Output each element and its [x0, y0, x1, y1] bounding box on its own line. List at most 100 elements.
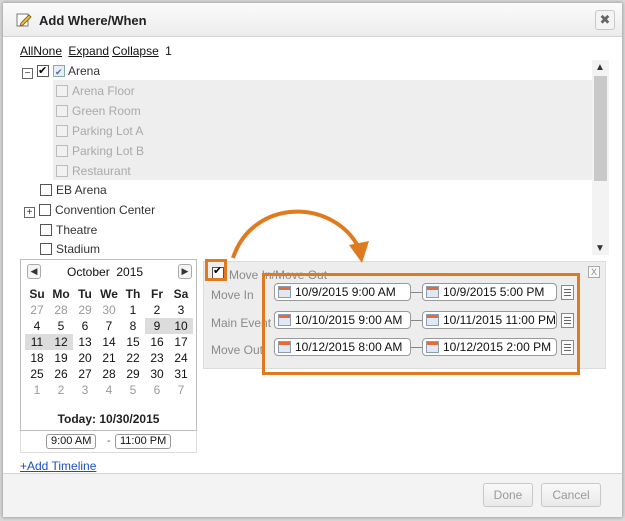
- calendar-day[interactable]: 6: [145, 382, 169, 398]
- calendar-day[interactable]: 27: [25, 302, 49, 318]
- calendar-day[interactable]: 30: [97, 302, 121, 318]
- calendar-day[interactable]: 18: [25, 350, 49, 366]
- calendar-grid: Su Mo Tu We Th Fr Sa 27 28 29 30 1 2 3 4 5 6 7 8 9 10 11 12 13 1…: [25, 286, 195, 398]
- previous-month-button[interactable]: ◀: [27, 264, 41, 279]
- start-time-field[interactable]: 9:00 AM: [46, 434, 97, 449]
- parking-lot-b-label: Parking Lot B: [72, 144, 145, 158]
- calendar-day[interactable]: 13: [73, 334, 97, 350]
- eb-arena-checkbox[interactable]: [40, 184, 52, 196]
- select-all-link[interactable]: All: [20, 44, 33, 58]
- tree-node-convention-center: + Convention Center: [24, 201, 155, 219]
- tree-node-restaurant: Restaurant: [56, 162, 131, 180]
- calendar-day[interactable]: 2: [145, 302, 169, 318]
- calendar-month[interactable]: October: [67, 265, 110, 279]
- theatre-label: Theatre: [56, 223, 98, 237]
- expand-node-toggle[interactable]: +: [24, 207, 35, 218]
- theatre-checkbox[interactable]: [40, 224, 52, 236]
- calendar-day[interactable]: 12: [49, 334, 73, 350]
- calendar-month-year: October 2015: [67, 265, 143, 279]
- calendar-day[interactable]: 4: [97, 382, 121, 398]
- calendar-day[interactable]: 11: [25, 334, 49, 350]
- weekday-header: Mo: [52, 287, 70, 301]
- default-time-range: 9:00 AM - 11:00 PM: [20, 431, 197, 453]
- include-children-icon[interactable]: [53, 63, 65, 81]
- calendar-day[interactable]: 29: [73, 302, 97, 318]
- calendar-day[interactable]: 5: [121, 382, 145, 398]
- tree-node-arena-floor: Arena Floor: [56, 82, 135, 100]
- remove-timeline-button[interactable]: X: [588, 266, 600, 278]
- date-picker-calendar: ◀ October 2015 ▶ Su Mo Tu We Th Fr Sa 27 28 29 30 1…: [20, 259, 197, 431]
- dialog-footer: Done Cancel: [3, 473, 622, 517]
- tree-node-stadium: Stadium: [40, 240, 100, 255]
- timeline-row-label: Move Out: [211, 343, 264, 357]
- calendar-day[interactable]: 22: [121, 350, 145, 366]
- scrollbar-thumb[interactable]: [594, 76, 607, 181]
- calendar-day[interactable]: 9: [145, 318, 169, 334]
- eb-arena-label: EB Arena: [56, 183, 107, 197]
- calendar-day[interactable]: 26: [49, 366, 73, 382]
- calendar-day[interactable]: 31: [169, 366, 193, 382]
- arena-checkbox[interactable]: [37, 62, 49, 80]
- location-tree: − Arena Arena Floor Green Room Parking Lo…: [19, 60, 609, 255]
- calendar-day[interactable]: 23: [145, 350, 169, 366]
- calendar-day[interactable]: 24: [169, 350, 193, 366]
- add-timeline-link[interactable]: +Add Timeline: [20, 459, 96, 473]
- expand-link[interactable]: Expand: [68, 44, 109, 58]
- collapse-node-toggle[interactable]: −: [22, 68, 33, 79]
- timeline-highlight-box: [262, 273, 580, 375]
- calendar-day[interactable]: 10: [169, 318, 193, 334]
- calendar-day[interactable]: 15: [121, 334, 145, 350]
- tree-node-parking-lot-a: Parking Lot A: [56, 122, 143, 140]
- today-label[interactable]: Today: 10/30/2015: [21, 412, 196, 426]
- restaurant-label: Restaurant: [72, 164, 131, 178]
- calendar-day[interactable]: 19: [49, 350, 73, 366]
- calendar-week-row: 25 26 27 28 29 30 31: [25, 366, 195, 382]
- calendar-day[interactable]: 2: [49, 382, 73, 398]
- calendar-day[interactable]: 3: [73, 382, 97, 398]
- calendar-week-row: 27 28 29 30 1 2 3: [25, 302, 195, 318]
- calendar-day[interactable]: 8: [121, 318, 145, 334]
- calendar-day[interactable]: 7: [97, 318, 121, 334]
- convention-center-checkbox[interactable]: [39, 204, 51, 216]
- calendar-day[interactable]: 21: [97, 350, 121, 366]
- collapse-link[interactable]: Collapse: [112, 44, 159, 58]
- calendar-day[interactable]: 20: [73, 350, 97, 366]
- calendar-day[interactable]: 29: [121, 366, 145, 382]
- calendar-day[interactable]: 3: [169, 302, 193, 318]
- arena-floor-checkbox: [56, 85, 68, 97]
- calendar-week-row: 4 5 6 7 8 9 10: [25, 318, 195, 334]
- next-month-button[interactable]: ▶: [178, 264, 192, 279]
- calendar-day[interactable]: 6: [73, 318, 97, 334]
- calendar-day[interactable]: 5: [49, 318, 73, 334]
- calendar-day[interactable]: 17: [169, 334, 193, 350]
- calendar-day[interactable]: 27: [73, 366, 97, 382]
- calendar-day[interactable]: 1: [25, 382, 49, 398]
- calendar-day[interactable]: 25: [25, 366, 49, 382]
- tree-node-green-room: Green Room: [56, 102, 141, 120]
- select-none-link[interactable]: None: [33, 44, 62, 58]
- scroll-down-icon[interactable]: ▼: [595, 243, 605, 254]
- scroll-up-icon[interactable]: ▲: [595, 62, 605, 73]
- calendar-day[interactable]: 30: [145, 366, 169, 382]
- done-button[interactable]: Done: [483, 483, 533, 507]
- calendar-day[interactable]: 1: [121, 302, 145, 318]
- cancel-button[interactable]: Cancel: [541, 483, 601, 507]
- calendar-day[interactable]: 4: [25, 318, 49, 334]
- calendar-day[interactable]: 7: [169, 382, 193, 398]
- calendar-day[interactable]: 28: [97, 366, 121, 382]
- stadium-label: Stadium: [56, 242, 101, 255]
- close-button[interactable]: ✖: [595, 10, 615, 30]
- calendar-day[interactable]: 16: [145, 334, 169, 350]
- convention-center-label: Convention Center: [55, 203, 156, 217]
- calendar-day[interactable]: 28: [49, 302, 73, 318]
- calendar-day[interactable]: 14: [97, 334, 121, 350]
- calendar-year[interactable]: 2015: [116, 265, 143, 279]
- parking-lot-a-label: Parking Lot A: [72, 124, 144, 138]
- tree-scrollbar[interactable]: ▲ ▼: [592, 60, 609, 255]
- end-time-field[interactable]: 11:00 PM: [115, 434, 172, 449]
- time-range-dash: -: [107, 435, 111, 447]
- restaurant-checkbox: [56, 165, 68, 177]
- selected-count: 1: [165, 44, 172, 58]
- tree-node-arena: − Arena: [22, 62, 100, 81]
- stadium-checkbox[interactable]: [40, 243, 52, 255]
